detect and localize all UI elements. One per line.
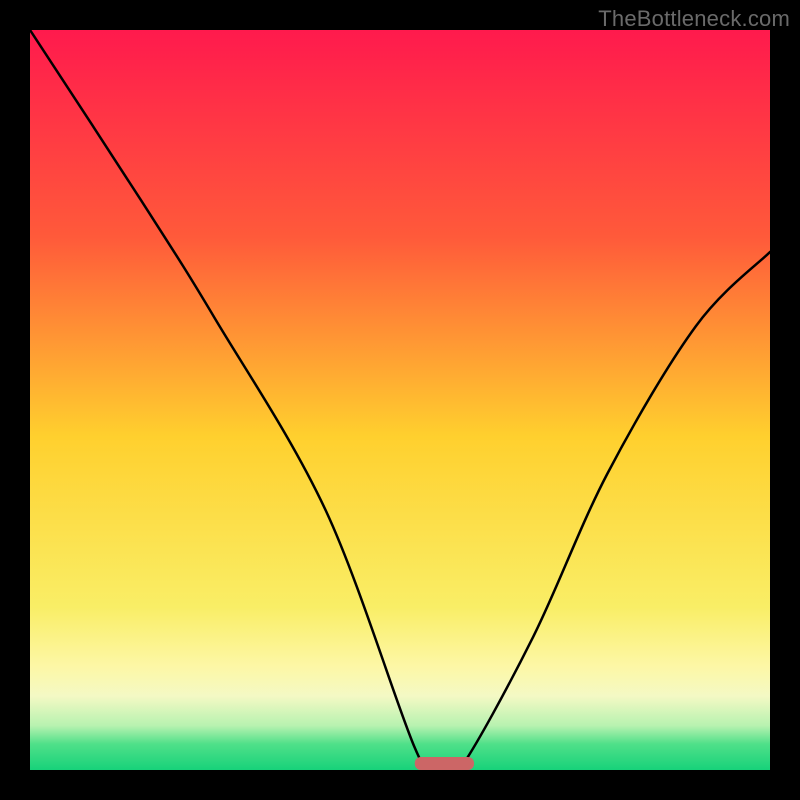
chart-frame: TheBottleneck.com	[0, 0, 800, 800]
chart-svg	[30, 30, 770, 770]
optimum-marker	[415, 757, 474, 770]
watermark-text: TheBottleneck.com	[598, 6, 790, 32]
gradient-background	[30, 30, 770, 770]
plot-area	[30, 30, 770, 770]
